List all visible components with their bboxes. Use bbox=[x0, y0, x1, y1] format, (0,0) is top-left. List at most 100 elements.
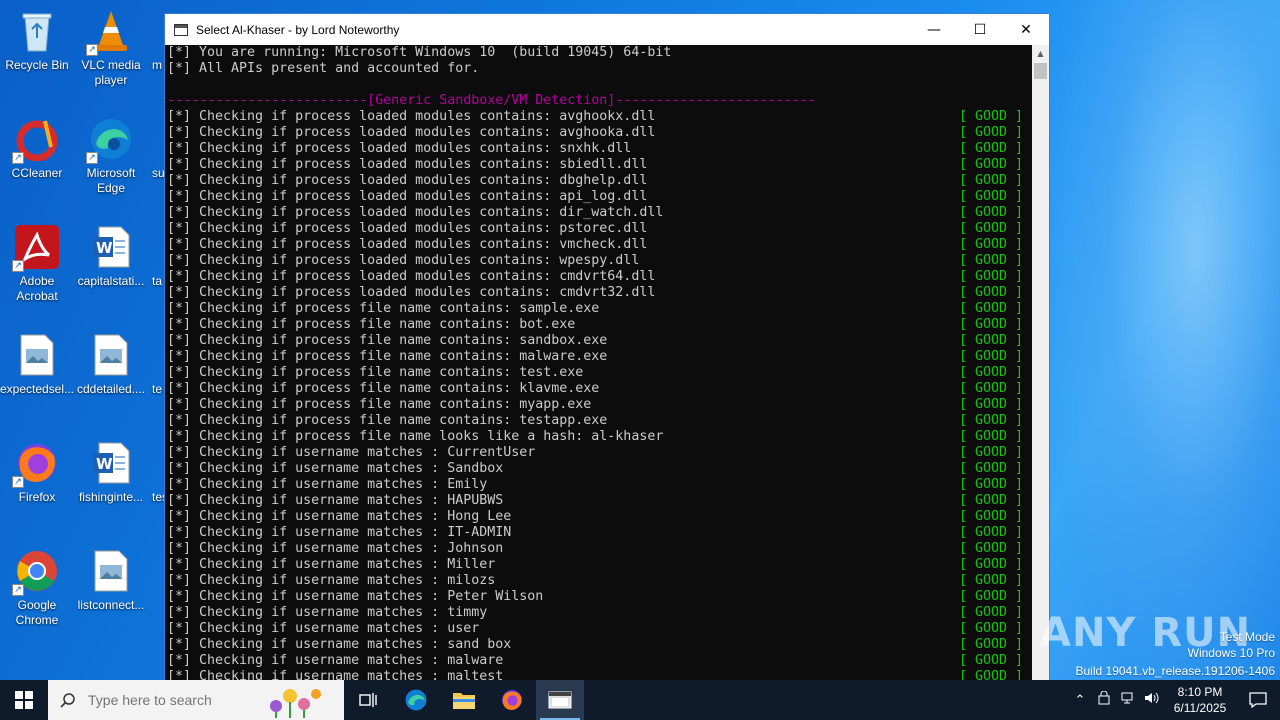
console-output[interactable]: [*] You are running: Microsoft Windows 1… bbox=[165, 45, 1032, 703]
desktop-icon-edge[interactable]: ↗ Microsoft Edge bbox=[74, 116, 148, 196]
console-check-line: [*] Checking if username matches : timmy… bbox=[167, 605, 1032, 621]
image-file-icon bbox=[88, 548, 134, 594]
task-view-icon bbox=[359, 693, 377, 707]
good-status: [ GOOD ] bbox=[959, 653, 1024, 668]
maximize-button[interactable]: ☐ bbox=[957, 14, 1003, 45]
volume-icon[interactable] bbox=[1140, 691, 1164, 709]
desktop-icon-label: Microsoft Edge bbox=[86, 166, 136, 195]
desktop-icon-listconnect[interactable]: listconnect... bbox=[74, 548, 148, 613]
taskbar-console-button[interactable] bbox=[536, 680, 584, 720]
check-text: [*] Checking if process file name looks … bbox=[167, 429, 664, 444]
taskbar-search-box[interactable] bbox=[48, 680, 344, 720]
console-check-line: [*] Checking if username matches : HAPUB… bbox=[167, 493, 1032, 509]
desktop-icon-label: Google Chrome bbox=[15, 598, 59, 627]
good-status: [ GOOD ] bbox=[959, 413, 1024, 428]
test-mode-text: Test Mode bbox=[1219, 630, 1275, 644]
scroll-up-arrow-icon[interactable]: ▲ bbox=[1032, 45, 1049, 62]
check-text: [*] Checking if username matches : Peter… bbox=[167, 589, 544, 604]
check-text: [*] Checking if process file name contai… bbox=[167, 301, 600, 316]
console-check-line: [*] Checking if username matches : Sandb… bbox=[167, 461, 1032, 477]
windows-logo-icon bbox=[15, 691, 33, 709]
good-status: [ GOOD ] bbox=[959, 445, 1024, 460]
start-button[interactable] bbox=[0, 680, 48, 720]
check-text: [*] Checking if process loaded modules c… bbox=[167, 189, 648, 204]
console-section-header: -------------------------[Generic Sandbo… bbox=[167, 93, 816, 108]
desktop-icon-vlc[interactable]: ↗ VLC media player bbox=[74, 8, 148, 88]
desktop-icon-adobe-acrobat[interactable]: ↗ Adobe Acrobat bbox=[0, 224, 74, 304]
desktop-icon-label: fishinginte... bbox=[78, 490, 144, 504]
clock-date: 6/11/2025 bbox=[1173, 701, 1227, 715]
console-window[interactable]: Select Al-Khaser - by Lord Noteworthy — … bbox=[164, 13, 1050, 703]
good-status: [ GOOD ] bbox=[959, 589, 1024, 604]
console-check-line: [*] Checking if process file name contai… bbox=[167, 333, 1032, 349]
desktop-icon-fishinginte[interactable]: W fishinginte... bbox=[74, 440, 148, 505]
check-text: [*] Checking if username matches : IT-AD… bbox=[167, 525, 512, 540]
good-status: [ GOOD ] bbox=[959, 317, 1024, 332]
svg-text:W: W bbox=[96, 455, 113, 473]
network-icon[interactable] bbox=[1116, 691, 1140, 709]
desktop-icon-firefox[interactable]: ↗ Firefox bbox=[0, 440, 74, 505]
folder-icon bbox=[453, 693, 475, 709]
console-check-line: [*] Checking if username matches : Hong … bbox=[167, 509, 1032, 525]
check-text: [*] Checking if process loaded modules c… bbox=[167, 253, 640, 268]
console-check-line: [*] Checking if process file name contai… bbox=[167, 397, 1032, 413]
acrobat-icon: ↗ bbox=[12, 224, 60, 272]
desktop-icon-expectedsel[interactable]: expectedsel... bbox=[0, 332, 74, 397]
desktop-icon-label: Firefox bbox=[18, 490, 56, 504]
check-text: [*] Checking if process loaded modules c… bbox=[167, 237, 648, 252]
desktop-icon-chrome[interactable]: ↗ Google Chrome bbox=[0, 548, 74, 628]
console-line: [*] You are running: Microsoft Windows 1… bbox=[167, 45, 672, 60]
shortcut-arrow-icon: ↗ bbox=[12, 584, 24, 596]
good-status: [ GOOD ] bbox=[959, 205, 1024, 220]
desktop-icon-capitalstati[interactable]: W capitalstati... bbox=[74, 224, 148, 289]
close-button[interactable]: ✕ bbox=[1003, 14, 1049, 45]
good-status: [ GOOD ] bbox=[959, 541, 1024, 556]
check-text: [*] Checking if username matches : Mille… bbox=[167, 557, 496, 572]
desktop-icon-cddetailed[interactable]: cddetailed.... bbox=[74, 332, 148, 397]
edge-icon bbox=[405, 689, 427, 711]
console-check-line: [*] Checking if process file name contai… bbox=[167, 413, 1032, 429]
good-status: [ GOOD ] bbox=[959, 365, 1024, 380]
console-check-line: [*] Checking if process loaded modules c… bbox=[167, 253, 1032, 269]
taskbar-explorer-button[interactable] bbox=[440, 680, 488, 720]
check-text: [*] Checking if process file name contai… bbox=[167, 349, 608, 364]
good-status: [ GOOD ] bbox=[959, 381, 1024, 396]
taskbar-edge-button[interactable] bbox=[392, 680, 440, 720]
good-status: [ GOOD ] bbox=[959, 461, 1024, 476]
console-check-line: [*] Checking if process loaded modules c… bbox=[167, 125, 1032, 141]
console-check-line: [*] Checking if process loaded modules c… bbox=[167, 157, 1032, 173]
edge-icon: ↗ bbox=[86, 116, 134, 164]
good-status: [ GOOD ] bbox=[959, 157, 1024, 172]
task-view-button[interactable] bbox=[344, 680, 392, 720]
search-input[interactable] bbox=[88, 692, 268, 708]
console-check-line: [*] Checking if process file name contai… bbox=[167, 317, 1032, 333]
good-status: [ GOOD ] bbox=[959, 301, 1024, 316]
vertical-scrollbar[interactable]: ▲ ▼ bbox=[1032, 45, 1049, 703]
shortcut-arrow-icon: ↗ bbox=[86, 152, 98, 164]
notification-icon bbox=[1249, 692, 1267, 708]
good-status: [ GOOD ] bbox=[959, 397, 1024, 412]
taskbar-firefox-button[interactable] bbox=[488, 680, 536, 720]
check-text: [*] Checking if process file name contai… bbox=[167, 365, 584, 380]
chevron-up-icon[interactable]: ⌃ bbox=[1068, 693, 1092, 708]
window-titlebar[interactable]: Select Al-Khaser - by Lord Noteworthy — … bbox=[165, 14, 1049, 45]
desktop-icon-recycle-bin[interactable]: Recycle Bin bbox=[0, 8, 74, 73]
word-document-icon: W bbox=[88, 224, 134, 270]
notification-center-button[interactable] bbox=[1236, 692, 1280, 708]
check-text: [*] Checking if process loaded modules c… bbox=[167, 269, 656, 284]
console-check-line: [*] Checking if username matches : IT-AD… bbox=[167, 525, 1032, 541]
console-check-line: [*] Checking if username matches : Johns… bbox=[167, 541, 1032, 557]
chrome-icon: ↗ bbox=[12, 548, 60, 596]
check-text: [*] Checking if username matches : HAPUB… bbox=[167, 493, 504, 508]
security-icon[interactable] bbox=[1092, 690, 1116, 709]
taskbar-clock[interactable]: 8:10 PM 6/11/2025 bbox=[1164, 684, 1236, 716]
console-check-line: [*] Checking if username matches : Mille… bbox=[167, 557, 1032, 573]
console-check-line: [*] Checking if process loaded modules c… bbox=[167, 141, 1032, 157]
good-status: [ GOOD ] bbox=[959, 509, 1024, 524]
desktop-icon-label: Recycle Bin bbox=[5, 58, 69, 72]
minimize-button[interactable]: — bbox=[911, 14, 957, 45]
desktop-icon-label: listconnect... bbox=[77, 598, 145, 612]
clock-time: 8:10 PM bbox=[1177, 685, 1223, 699]
desktop-icon-ccleaner[interactable]: ↗ CCleaner bbox=[0, 116, 74, 181]
scrollbar-thumb[interactable] bbox=[1034, 63, 1047, 79]
